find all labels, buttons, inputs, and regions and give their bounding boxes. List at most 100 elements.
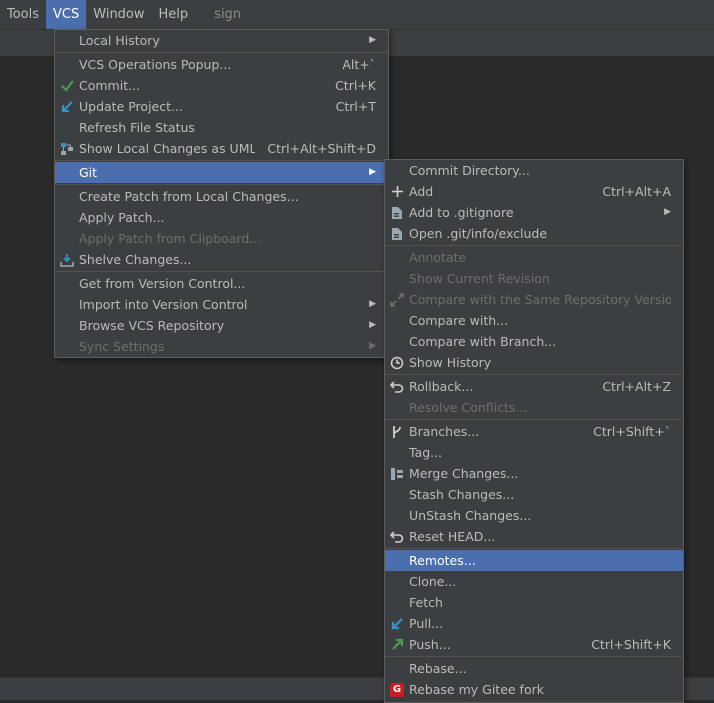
menu-item-label: Shelve Changes...: [79, 252, 192, 267]
git-item-remotes[interactable]: Remotes...: [385, 550, 683, 571]
exclude-file-icon: [389, 223, 405, 244]
git-item-pull[interactable]: Pull...: [385, 613, 683, 634]
menu-item-shortcut: Ctrl+Alt+A: [602, 184, 671, 199]
menu-item-label: Clone...: [409, 574, 457, 589]
gitee-logo-glyph: G: [390, 682, 404, 697]
git-item-reset-head[interactable]: Reset HEAD...: [385, 526, 683, 547]
compare-icon: [389, 289, 405, 310]
menu-item-label: Rebase...: [409, 661, 467, 676]
git-item-commit-directory[interactable]: Commit Directory...: [385, 160, 683, 181]
vcs-menu: Local History ▶ VCS Operations Popup... …: [54, 29, 389, 358]
menu-item-shortcut: Ctrl+Shift+`: [593, 424, 671, 439]
git-item-clone[interactable]: Clone...: [385, 571, 683, 592]
menu-separator: [55, 160, 388, 161]
vcs-item-browse-vcs-repo[interactable]: Browse VCS Repository ▶: [55, 315, 388, 336]
clock-icon: [389, 352, 405, 373]
menu-item-shortcut: Ctrl+Alt+Z: [602, 379, 671, 394]
menu-item-label: Tag...: [409, 445, 443, 460]
submenu-arrow-icon: ▶: [369, 320, 376, 330]
menu-item-label: Local History: [79, 33, 160, 48]
submenu-arrow-icon: ▶: [369, 299, 376, 309]
vcs-item-show-local-changes-uml[interactable]: Show Local Changes as UML Ctrl+Alt+Shift…: [55, 138, 388, 159]
menu-item-label: Resolve Conflicts...: [409, 400, 528, 415]
shelve-icon: [59, 249, 75, 270]
git-item-branches[interactable]: Branches... Ctrl+Shift+`: [385, 421, 683, 442]
menu-tools[interactable]: Tools: [0, 0, 46, 29]
menu-item-label: Refresh File Status: [79, 120, 195, 135]
menu-item-shortcut: Ctrl+Shift+K: [591, 637, 671, 652]
vcs-item-create-patch[interactable]: Create Patch from Local Changes...: [55, 186, 388, 207]
vcs-item-operations-popup[interactable]: VCS Operations Popup... Alt+`: [55, 54, 388, 75]
git-item-compare-with-branch[interactable]: Compare with Branch...: [385, 331, 683, 352]
git-item-push[interactable]: Push... Ctrl+Shift+K: [385, 634, 683, 655]
menu-item-label: Get from Version Control...: [79, 276, 246, 291]
gitee-icon: G: [389, 679, 405, 700]
git-item-compare-with[interactable]: Compare with...: [385, 310, 683, 331]
git-item-add-to-gitignore[interactable]: Add to .gitignore ▶: [385, 202, 683, 223]
uml-icon: [59, 138, 75, 159]
menu-separator: [385, 374, 683, 375]
git-item-fetch[interactable]: Fetch: [385, 592, 683, 613]
menu-item-label: Sync Settings: [79, 339, 165, 354]
menu-item-label: Pull...: [409, 616, 444, 631]
git-item-rollback[interactable]: Rollback... Ctrl+Alt+Z: [385, 376, 683, 397]
vcs-item-import-into-vc[interactable]: Import into Version Control ▶: [55, 294, 388, 315]
menu-separator: [55, 184, 388, 185]
submenu-arrow-icon: ▶: [369, 35, 376, 45]
menu-item-shortcut: Ctrl+K: [335, 78, 376, 93]
menu-separator: [385, 419, 683, 420]
vcs-item-commit[interactable]: Commit... Ctrl+K: [55, 75, 388, 96]
update-arrow-icon: [59, 96, 75, 117]
vcs-item-apply-patch-clipboard: Apply Patch from Clipboard...: [55, 228, 388, 249]
git-item-add[interactable]: Add Ctrl+Alt+A: [385, 181, 683, 202]
vcs-item-update-project[interactable]: Update Project... Ctrl+T: [55, 96, 388, 117]
git-item-unstash-changes[interactable]: UnStash Changes...: [385, 505, 683, 526]
menu-item-label: Branches...: [409, 424, 480, 439]
merge-icon: [389, 463, 405, 484]
submenu-arrow-icon: ▶: [369, 167, 376, 177]
menu-help[interactable]: Help: [152, 0, 196, 29]
git-item-rebase[interactable]: Rebase...: [385, 658, 683, 679]
menu-item-label: Import into Version Control: [79, 297, 248, 312]
menu-item-label: Show Local Changes as UML: [79, 141, 256, 156]
git-item-compare-same-repo: Compare with the Same Repository Version: [385, 289, 683, 310]
menu-item-label: Update Project...: [79, 99, 183, 114]
menu-item-label: UnStash Changes...: [409, 508, 532, 523]
menu-separator: [385, 548, 683, 549]
git-item-tag[interactable]: Tag...: [385, 442, 683, 463]
menu-item-label: Compare with Branch...: [409, 334, 557, 349]
git-item-rebase-gitee-fork[interactable]: G Rebase my Gitee fork: [385, 679, 683, 700]
reset-icon: [389, 526, 405, 547]
vcs-item-shelve-changes[interactable]: Shelve Changes...: [55, 249, 388, 270]
git-item-merge-changes[interactable]: Merge Changes...: [385, 463, 683, 484]
plus-icon: [389, 181, 405, 202]
menu-item-label: Rebase my Gitee fork: [409, 682, 544, 697]
menu-vcs[interactable]: VCS: [46, 0, 87, 29]
menu-item-shortcut: Ctrl+T: [335, 99, 376, 114]
git-item-show-history[interactable]: Show History: [385, 352, 683, 373]
menu-item-shortcut: Alt+`: [342, 57, 376, 72]
menu-item-label: Browse VCS Repository: [79, 318, 225, 333]
menu-item-label: Show Current Revision: [409, 271, 550, 286]
git-item-stash-changes[interactable]: Stash Changes...: [385, 484, 683, 505]
menu-item-label: Compare with the Same Repository Version: [409, 292, 671, 307]
git-item-annotate: Annotate: [385, 247, 683, 268]
menu-item-label: Apply Patch...: [79, 210, 165, 225]
menu-window[interactable]: Window: [86, 0, 151, 29]
submenu-arrow-icon: ▶: [664, 207, 671, 217]
project-title: sign: [214, 7, 242, 22]
vcs-item-apply-patch[interactable]: Apply Patch...: [55, 207, 388, 228]
menu-item-label: Commit Directory...: [409, 163, 530, 178]
menu-item-label: Merge Changes...: [409, 466, 519, 481]
vcs-item-get-from-vc[interactable]: Get from Version Control...: [55, 273, 388, 294]
menu-bar: Tools VCS Window Help sign: [0, 0, 714, 29]
git-item-open-exclude[interactable]: Open .git/info/exclude: [385, 223, 683, 244]
vcs-item-sync-settings: Sync Settings ▶: [55, 336, 388, 357]
vcs-item-refresh-file-status[interactable]: Refresh File Status: [55, 117, 388, 138]
vcs-item-git[interactable]: Git ▶: [55, 162, 388, 183]
menu-item-label: Push...: [409, 637, 451, 652]
vcs-item-local-history[interactable]: Local History ▶: [55, 30, 388, 51]
branch-icon: [389, 421, 405, 442]
submenu-arrow-icon: ▶: [369, 341, 376, 351]
push-arrow-icon: [389, 634, 405, 655]
